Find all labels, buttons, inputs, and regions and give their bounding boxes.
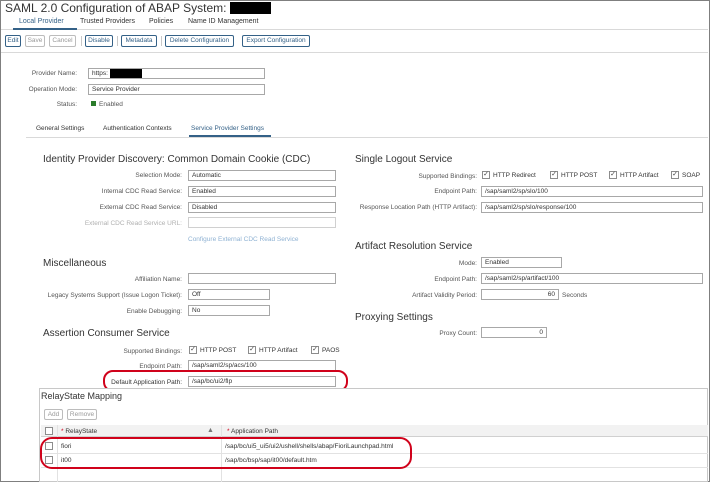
edit-button[interactable]: Edit xyxy=(5,35,21,47)
slo-endpoint-field[interactable]: /sap/saml2/sp/slo/100 xyxy=(481,186,703,197)
miscellaneous-heading: Miscellaneous xyxy=(43,258,107,269)
status-indicator-icon xyxy=(91,101,96,106)
tab-service-provider-settings[interactable]: Service Provider Settings xyxy=(191,125,264,132)
legacy-systems-label: Legacy Systems Support (Issue Logon Tick… xyxy=(47,292,182,299)
external-cdc-url-label: External CDC Read Service URL: xyxy=(84,220,182,227)
affiliation-name-label: Affiliation Name: xyxy=(134,276,182,283)
acs-binding-label: HTTP POST xyxy=(200,347,237,354)
disable-button[interactable]: Disable xyxy=(85,35,113,47)
tab-policies[interactable]: Policies xyxy=(149,18,173,25)
subtab-divider xyxy=(26,137,708,138)
proxying-heading: Proxying Settings xyxy=(355,312,433,323)
tab-authentication-contexts[interactable]: Authentication Contexts xyxy=(103,125,172,132)
relaystate-heading: RelayState Mapping xyxy=(41,391,123,401)
slo-soap-checkbox[interactable]: ✓ xyxy=(671,171,679,179)
acs-heading: Assertion Consumer Service xyxy=(43,328,170,339)
ars-mode-label: Mode: xyxy=(458,260,477,267)
slo-heading: Single Logout Service xyxy=(355,154,453,165)
affiliation-name-field[interactable] xyxy=(188,273,336,284)
add-button[interactable]: Add xyxy=(44,409,63,420)
metadata-button[interactable]: Metadata xyxy=(121,35,157,47)
export-configuration-button[interactable]: Export Configuration xyxy=(242,35,310,47)
acs-endpoint-label: Endpoint Path: xyxy=(139,363,182,370)
acs-http-post-checkbox[interactable]: ✓ xyxy=(189,346,197,354)
active-tab-indicator xyxy=(13,28,77,30)
toolbar-divider xyxy=(1,52,708,53)
provider-name-label: Provider Name: xyxy=(31,70,77,77)
title-bar: SAML 2.0 Configuration of ABAP System: xyxy=(1,1,708,15)
slo-response-label: Response Location Path (HTTP Artifact): xyxy=(359,204,477,211)
sort-triangle-icon[interactable]: ▲ xyxy=(207,427,214,434)
toolbar-separator xyxy=(161,36,162,46)
slo-binding-label: SOAP xyxy=(682,172,701,179)
internal-cdc-field[interactable]: Enabled xyxy=(188,186,336,197)
internal-cdc-label: Internal CDC Read Service: xyxy=(101,188,182,195)
save-button[interactable]: Save xyxy=(25,35,45,47)
slo-http-artifact-checkbox[interactable]: ✓ xyxy=(609,171,617,179)
acs-binding-label: PAOS xyxy=(322,347,340,354)
tab-general-settings[interactable]: General Settings xyxy=(36,125,84,132)
acs-http-artifact-checkbox[interactable]: ✓ xyxy=(248,346,256,354)
slo-bindings-label: Supported Bindings: xyxy=(418,173,477,180)
acs-binding-label: HTTP Artifact xyxy=(259,347,298,354)
tab-trusted-providers[interactable]: Trusted Providers xyxy=(80,18,135,25)
operation-mode-label: Operation Mode: xyxy=(28,86,77,93)
status-value: Enabled xyxy=(99,101,123,108)
ars-endpoint-field[interactable]: /sap/saml2/sp/artifact/100 xyxy=(481,273,703,284)
top-navigation: Local Provider Trusted Providers Policie… xyxy=(1,15,708,30)
proxy-count-field[interactable]: 0 xyxy=(481,327,547,338)
col-app-path-header[interactable]: * Application Path xyxy=(227,428,278,435)
proxy-count-label: Proxy Count: xyxy=(439,330,477,337)
acs-bindings-label: Supported Bindings: xyxy=(123,348,182,355)
highlight-relaystate-rows xyxy=(40,437,412,469)
tab-name-id-management[interactable]: Name ID Management xyxy=(188,18,258,25)
status-label: Status: xyxy=(56,101,77,108)
enable-debugging-field[interactable]: No xyxy=(188,305,270,316)
col-relaystate-header[interactable]: * RelayState xyxy=(61,428,97,435)
operation-mode-field[interactable]: Service Provider xyxy=(88,84,265,95)
ars-validity-field[interactable]: 60 xyxy=(481,289,559,300)
redacted-provider-name xyxy=(110,69,142,78)
toolbar-separator xyxy=(117,36,118,46)
slo-endpoint-label: Endpoint Path: xyxy=(434,188,477,195)
enable-debugging-label: Enable Debugging: xyxy=(126,308,182,315)
ars-validity-label: Artifact Validity Period: xyxy=(412,292,477,299)
ars-validity-unit: Seconds xyxy=(562,292,588,299)
slo-http-post-checkbox[interactable]: ✓ xyxy=(550,171,558,179)
external-cdc-field[interactable]: Disabled xyxy=(188,202,336,213)
select-all-checkbox[interactable] xyxy=(45,427,53,435)
external-cdc-url-field[interactable] xyxy=(188,217,336,228)
remove-button[interactable]: Remove xyxy=(67,409,97,420)
slo-http-redirect-checkbox[interactable]: ✓ xyxy=(482,171,490,179)
ars-heading: Artifact Resolution Service xyxy=(355,241,473,252)
tab-local-provider[interactable]: Local Provider xyxy=(19,18,64,25)
ars-endpoint-label: Endpoint Path: xyxy=(434,276,477,283)
page-title: SAML 2.0 Configuration of ABAP System: xyxy=(5,1,227,15)
toolbar-separator xyxy=(81,36,82,46)
slo-binding-label: HTTP Redirect xyxy=(493,172,536,179)
slo-binding-label: HTTP POST xyxy=(561,172,598,179)
legacy-systems-field[interactable]: Off xyxy=(188,289,270,300)
grid-header xyxy=(41,425,708,437)
cancel-button[interactable]: Cancel xyxy=(49,35,76,47)
selection-mode-label: Selection Mode: xyxy=(135,172,182,179)
selection-mode-field[interactable]: Automatic xyxy=(188,170,336,181)
slo-response-field[interactable]: /sap/saml2/sp/slo/response/100 xyxy=(481,202,703,213)
configure-external-cdc-link[interactable]: Configure External CDC Read Service xyxy=(188,236,299,243)
redacted-system-name xyxy=(230,2,271,14)
idp-discovery-heading: Identity Provider Discovery: Common Doma… xyxy=(43,154,311,165)
slo-binding-label: HTTP Artifact xyxy=(620,172,659,179)
external-cdc-label: External CDC Read Service: xyxy=(99,204,182,211)
ars-mode-field[interactable]: Enabled xyxy=(481,257,562,268)
acs-paos-checkbox[interactable]: ✓ xyxy=(311,346,319,354)
delete-configuration-button[interactable]: Delete Configuration xyxy=(165,35,234,47)
